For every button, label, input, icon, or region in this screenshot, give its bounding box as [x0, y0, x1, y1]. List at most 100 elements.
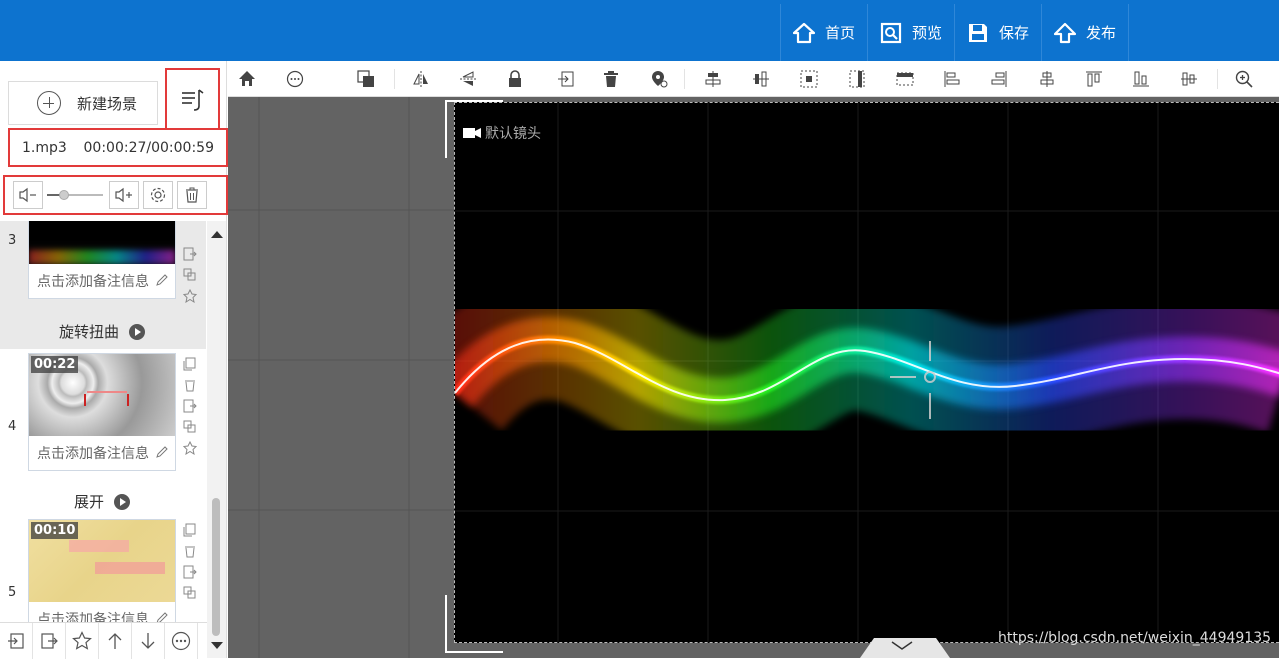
volume-down-icon	[19, 187, 36, 203]
flip-horizontal-button[interactable]	[411, 69, 431, 89]
export-scene-button[interactable]	[33, 623, 66, 659]
align-center-vertical-button[interactable]	[1179, 69, 1199, 89]
favorite-scene-button[interactable]	[181, 285, 199, 306]
lock-icon	[509, 70, 521, 87]
volume-down-button[interactable]	[13, 181, 43, 209]
layer-tool-button[interactable]	[356, 69, 376, 89]
volume-knob[interactable]	[58, 190, 69, 200]
move-down-button[interactable]	[132, 623, 165, 659]
move-scene-button[interactable]	[181, 561, 199, 582]
copy-to-button[interactable]	[181, 582, 199, 603]
scene-effect[interactable]: 旋转扭曲	[28, 321, 176, 342]
scene-thumbnail[interactable]: 00:22	[29, 354, 175, 436]
align-left-icon	[944, 71, 960, 87]
zoom-in-button[interactable]	[1234, 69, 1254, 89]
align-right-button[interactable]	[989, 69, 1009, 89]
align-left-button[interactable]	[942, 69, 962, 89]
stage[interactable]: 默认镜头	[454, 102, 1279, 643]
publish-icon	[1054, 22, 1077, 43]
copy-to-icon	[183, 268, 196, 280]
fit-center-button[interactable]	[799, 69, 819, 89]
lock-button[interactable]	[505, 69, 525, 89]
export-icon	[183, 247, 197, 260]
scene-item-4[interactable]: 4 00:22 点击添加备注信息 展开	[0, 349, 206, 512]
scene-card[interactable]: 点击添加备注信息	[28, 221, 176, 299]
plus-circle-icon	[37, 91, 61, 115]
play-effect-icon[interactable]	[129, 323, 145, 340]
new-scene-button[interactable]: 新建场景	[8, 81, 158, 125]
scene-effect[interactable]: 展开	[28, 491, 176, 512]
align-top-icon	[1086, 71, 1102, 87]
copy-scene-button[interactable]	[181, 353, 199, 374]
scroll-thumb[interactable]	[212, 498, 220, 636]
scroll-up-icon[interactable]	[211, 231, 223, 238]
favorite-scene-button[interactable]	[181, 437, 199, 458]
camera-frame-corner[interactable]	[445, 595, 503, 653]
scene-item-5[interactable]: 5 00:10 点击添加备注信息	[0, 515, 206, 625]
music-list-button[interactable]	[165, 68, 220, 132]
scene-thumbnail[interactable]	[29, 221, 175, 264]
more-options-button[interactable]	[165, 623, 198, 659]
copy-scene-button[interactable]	[181, 519, 199, 540]
scene-card[interactable]: 00:10 点击添加备注信息	[28, 519, 176, 625]
save-button[interactable]: 保存	[954, 4, 1041, 61]
distribute-vertical-button[interactable]	[703, 69, 723, 89]
scene-duration: 00:10	[31, 522, 79, 539]
sound-wave-image[interactable]	[455, 103, 1279, 643]
delete-scene-button[interactable]	[181, 374, 199, 395]
scene-item-3[interactable]: 3 点击添加备注信息 旋转扭曲	[0, 221, 206, 349]
fit-width-button[interactable]	[895, 69, 915, 89]
copy-to-button[interactable]	[181, 264, 199, 285]
more-tool-button[interactable]	[285, 69, 305, 89]
collapse-panel-tab[interactable]	[860, 636, 950, 658]
camera-frame-corner[interactable]	[445, 100, 503, 158]
delete-tool-button[interactable]	[601, 69, 621, 89]
flip-vertical-button[interactable]	[458, 69, 478, 89]
move-scene-button[interactable]	[181, 243, 199, 264]
volume-up-button[interactable]	[109, 181, 139, 209]
distribute-horizontal-icon	[753, 71, 769, 87]
pencil-icon[interactable]	[155, 273, 169, 287]
home-button[interactable]: 首页	[780, 4, 867, 61]
audio-delete-button[interactable]	[177, 181, 207, 209]
save-icon	[969, 23, 988, 42]
copy-to-button[interactable]	[181, 416, 199, 437]
align-top-button[interactable]	[1084, 69, 1104, 89]
distribute-horizontal-button[interactable]	[751, 69, 771, 89]
publish-button[interactable]: 发布	[1041, 4, 1130, 61]
scene-list-scrollbar[interactable]	[207, 221, 226, 658]
audio-settings-button[interactable]	[143, 181, 173, 209]
top-bar: 首页 预览 保存 发布	[0, 0, 1279, 61]
align-bottom-button[interactable]	[1131, 69, 1151, 89]
play-effect-icon[interactable]	[114, 493, 130, 510]
canvas-area[interactable]: 默认镜头	[228, 97, 1279, 658]
scene-note[interactable]: 点击添加备注信息	[29, 436, 175, 470]
pencil-icon[interactable]	[155, 445, 169, 459]
move-scene-button[interactable]	[181, 395, 199, 416]
favorite-button[interactable]	[66, 623, 99, 659]
align-center-horizontal-icon	[1040, 71, 1054, 87]
preview-button[interactable]: 预览	[867, 4, 954, 61]
fit-height-button[interactable]	[847, 69, 867, 89]
import-tool-button[interactable]	[556, 69, 576, 89]
scene-number: 4	[8, 419, 17, 434]
scene-card[interactable]: 00:22 点击添加备注信息	[28, 353, 176, 471]
arrow-up-icon	[108, 633, 122, 649]
import-icon	[558, 71, 574, 87]
align-center-horizontal-button[interactable]	[1037, 69, 1057, 89]
delete-scene-button[interactable]	[181, 540, 199, 561]
move-up-button[interactable]	[99, 623, 132, 659]
scene-thumbnail[interactable]: 00:10	[29, 520, 175, 602]
publish-label: 发布	[1086, 24, 1117, 42]
locate-tool-button[interactable]	[649, 69, 669, 89]
import-scene-button[interactable]	[0, 623, 33, 659]
fit-height-icon	[849, 70, 865, 88]
scroll-down-icon[interactable]	[211, 642, 223, 649]
scene-note[interactable]: 点击添加备注信息	[29, 264, 175, 298]
home-tool-button[interactable]	[237, 69, 257, 89]
home-icon	[793, 22, 815, 43]
thumbnail-mark	[84, 394, 86, 406]
volume-slider[interactable]	[47, 181, 103, 209]
fit-width-icon	[896, 72, 914, 86]
more-icon	[171, 631, 191, 651]
